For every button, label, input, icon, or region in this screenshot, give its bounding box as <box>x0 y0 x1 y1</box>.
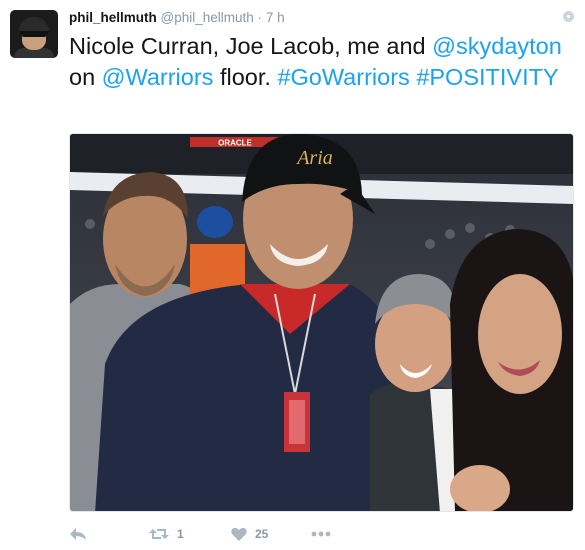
tweet-link[interactable]: @Warriors <box>102 64 214 90</box>
retweet-count: 1 <box>177 527 184 541</box>
tweet-text-segment: floor. <box>213 64 278 90</box>
tweet-link[interactable]: @skydayton <box>432 33 562 59</box>
reply-icon <box>70 528 86 540</box>
tweet: phil_hellmuth @phil_hellmuth · 7 h Nicol… <box>0 0 585 550</box>
retweet-icon <box>149 529 169 539</box>
tweet-text-segment: Nicole Curran, Joe Lacob, me and <box>69 33 433 59</box>
tweet-text: Nicole Curran, Joe Lacob, me and @skyday… <box>69 31 574 93</box>
more-button[interactable] <box>311 525 331 543</box>
like-button[interactable]: 25 <box>231 525 268 543</box>
reply-button[interactable] <box>69 525 87 543</box>
tweet-link[interactable]: #POSITIVITY <box>416 64 558 90</box>
tweet-photo[interactable]: ORACLE Aria <box>69 133 574 512</box>
globe-icon[interactable] <box>563 11 574 22</box>
tweet-link[interactable]: #GoWarriors <box>277 64 409 90</box>
retweet-button[interactable]: 1 <box>149 525 184 543</box>
separator-dot: · <box>257 10 263 25</box>
tweet-actions: 1 25 <box>69 525 369 543</box>
arena-banner-text: ORACLE <box>218 139 252 148</box>
like-count: 25 <box>255 527 269 541</box>
timestamp[interactable]: 7 h <box>266 10 285 25</box>
photo-illustration: ORACLE Aria <box>70 134 573 511</box>
avatar[interactable] <box>10 10 58 58</box>
more-dots-icon <box>311 531 331 537</box>
tweet-header: phil_hellmuth @phil_hellmuth · 7 h <box>69 10 285 26</box>
user-handle[interactable]: @phil_hellmuth <box>161 10 254 25</box>
display-name[interactable]: phil_hellmuth <box>69 10 157 25</box>
cap-logo: Aria <box>295 147 333 169</box>
tweet-text-segment: on <box>69 64 102 90</box>
heart-icon <box>231 527 247 541</box>
